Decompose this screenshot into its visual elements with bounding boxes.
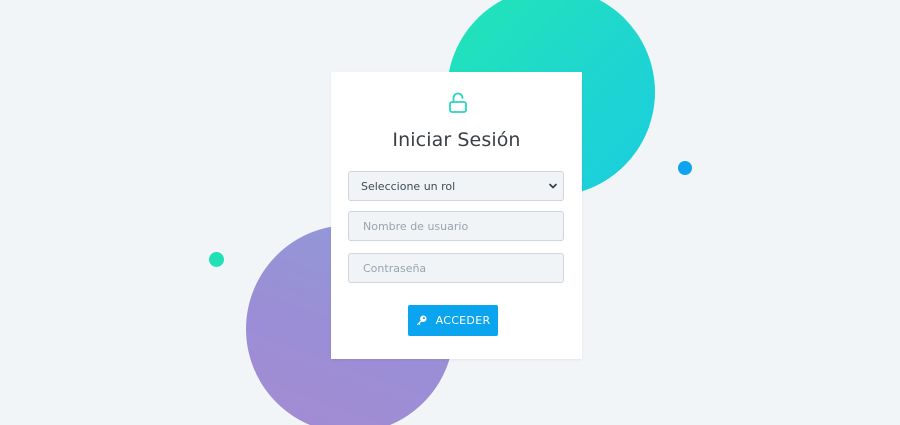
key-icon <box>416 315 427 326</box>
submit-button-label: ACCEDER <box>435 314 491 327</box>
username-field[interactable] <box>348 211 564 241</box>
login-page: Iniciar Sesión Seleccione un rol ACCEDER <box>0 0 900 425</box>
decorative-teal-dot <box>209 252 224 267</box>
decorative-blue-dot <box>678 161 692 175</box>
login-card: Iniciar Sesión Seleccione un rol ACCEDER <box>331 72 582 359</box>
page-title: Iniciar Sesión <box>392 129 521 151</box>
submit-button[interactable]: ACCEDER <box>408 305 498 336</box>
chevron-down-icon <box>548 181 558 191</box>
role-select[interactable]: Seleccione un rol <box>348 171 564 201</box>
lock-open-icon <box>447 91 469 115</box>
password-field[interactable] <box>348 253 564 283</box>
role-select-value: Seleccione un rol <box>361 179 456 193</box>
